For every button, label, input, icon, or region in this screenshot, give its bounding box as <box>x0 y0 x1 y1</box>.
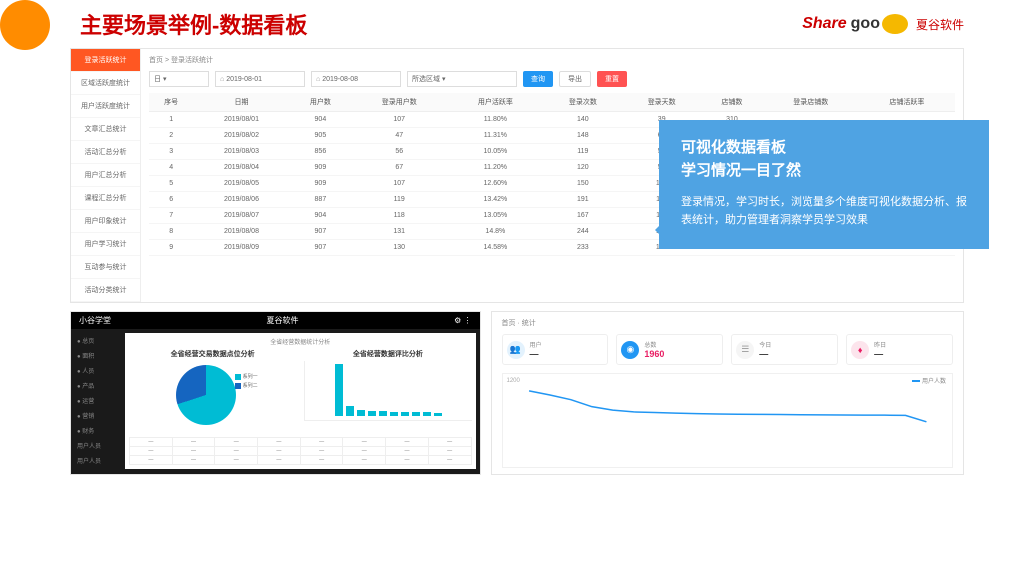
stat-card: ☰ 今日— <box>731 334 838 365</box>
stat-row: 👥 用户— ◉ 总数1960 ☰ 今日— ♦ 昨日— <box>502 334 954 365</box>
dside-item[interactable]: ● 运营 <box>75 393 117 408</box>
export-button[interactable]: 导出 <box>559 71 591 87</box>
bar-chart-icon <box>304 361 471 421</box>
dark-header: 小谷学堂 夏谷软件 ⚙ ⋮ <box>71 312 480 329</box>
calendar-icon <box>220 76 224 83</box>
granularity-select[interactable]: 日 ▾ <box>149 71 209 87</box>
dside-item[interactable]: 用户人员 <box>75 438 117 453</box>
sidebar-item[interactable]: 登录活跃统计 <box>71 49 140 72</box>
dside-item[interactable]: ● 产品 <box>75 378 117 393</box>
page-title: 主要场景举例-数据看板 <box>80 8 307 40</box>
dark-brand: 小谷学堂 <box>79 315 111 326</box>
date-to-input[interactable]: 2019-08-08 <box>311 71 401 87</box>
callout-title: 可视化数据看板 <box>681 136 971 157</box>
dark-dashboard: 小谷学堂 夏谷软件 ⚙ ⋮ ● 总页 ● 面积 ● 人员 ● 产品 ● 运营 ●… <box>70 311 481 475</box>
stat-card: ◉ 总数1960 <box>616 334 723 365</box>
users-icon: 👥 <box>507 341 525 359</box>
today-icon: ☰ <box>736 341 754 359</box>
logo-share-text: Share <box>802 15 846 33</box>
sidebar-item[interactable]: 区域活跃度统计 <box>71 72 140 95</box>
sidebar-item[interactable]: 用户印象统计 <box>71 210 140 233</box>
col-header: 店铺数 <box>701 93 763 112</box>
bar-title: 全省经营数据评比分析 <box>304 349 471 359</box>
calendar-icon <box>316 76 320 83</box>
callout-box: 可视化数据看板 学习情况一目了然 登录情况，学习时长，浏览量多个维度可视化数据分… <box>659 120 989 249</box>
col-header: 登录用户数 <box>351 93 447 112</box>
line-legend: 用户人数 <box>912 376 946 385</box>
callout-body: 登录情况，学习时长，浏览量多个维度可视化数据分析、报表统计，助力管理者洞察学员学… <box>681 194 971 229</box>
logo: Share goo 夏谷软件 <box>802 14 964 34</box>
pie-chart-box: 全省经营交易数据点位分析 系列一 系列二 <box>129 349 296 431</box>
light-breadcrumb: 首页 · 统计 <box>502 318 954 328</box>
mini-table: ———————————————————————— <box>129 437 472 465</box>
reset-button[interactable]: 重置 <box>597 71 627 87</box>
dark-title: 夏谷软件 <box>267 315 299 326</box>
pie-legend: 系列一 系列二 <box>235 373 258 391</box>
col-header: 登录店铺数 <box>763 93 859 112</box>
logo-oval-icon <box>882 14 908 34</box>
sidebar: 登录活跃统计 区域活跃度统计 用户活跃度统计 文章汇总统计 活动汇总分析 用户汇… <box>71 49 141 302</box>
sidebar-item[interactable]: 文章汇总统计 <box>71 118 140 141</box>
bar-chart-box: 全省经营数据评比分析 <box>304 349 471 431</box>
light-dashboard: 首页 · 统计 👥 用户— ◉ 总数1960 ☰ 今日— ♦ 昨日— 用户人数 … <box>491 311 965 475</box>
slide-header: 主要场景举例-数据看板 Share goo 夏谷软件 <box>0 0 1024 44</box>
stat-card: ♦ 昨日— <box>846 334 953 365</box>
y-axis-max: 1200 <box>507 378 520 384</box>
date-from-input[interactable]: 2019-08-01 <box>215 71 305 87</box>
col-header: 登录天数 <box>622 93 701 112</box>
logo-cn-text: 夏谷软件 <box>916 16 964 33</box>
dark-icons: ⚙ ⋮ <box>454 316 471 325</box>
breadcrumb: 首页 > 登录活跃统计 <box>149 53 955 71</box>
bottom-row: 小谷学堂 夏谷软件 ⚙ ⋮ ● 总页 ● 面积 ● 人员 ● 产品 ● 运营 ●… <box>70 311 964 475</box>
dark-sidebar: ● 总页 ● 面积 ● 人员 ● 产品 ● 运营 ● 营销 ● 财务 用户人员 … <box>71 329 121 473</box>
col-header: 登录次数 <box>543 93 622 112</box>
dark-subtitle: 全省经营数据统计分析 <box>129 337 472 346</box>
line-chart-svg <box>507 378 949 458</box>
filter-bar: 日 ▾ 2019-08-01 2019-08-08 所选区域 ▾ 查询 导出 重… <box>149 71 955 87</box>
pie-title: 全省经营交易数据点位分析 <box>129 349 296 359</box>
total-icon: ◉ <box>621 341 639 359</box>
dside-item[interactable]: ● 财务 <box>75 423 117 438</box>
dark-main: 全省经营数据统计分析 全省经营交易数据点位分析 系列一 系列二 <box>125 333 476 469</box>
col-header: 店铺活跃率 <box>859 93 955 112</box>
sidebar-item[interactable]: 用户汇总分析 <box>71 164 140 187</box>
col-header: 用户数 <box>290 93 352 112</box>
col-header: 日期 <box>193 93 289 112</box>
query-button[interactable]: 查询 <box>523 71 553 87</box>
callout-subtitle: 学习情况一目了然 <box>681 159 971 180</box>
logo-goo-text: goo <box>851 15 880 33</box>
sidebar-item[interactable]: 用户活跃度统计 <box>71 95 140 118</box>
line-chart: 用户人数 1200 <box>502 373 954 468</box>
dside-item[interactable]: ● 人员 <box>75 363 117 378</box>
dside-item[interactable]: ● 面积 <box>75 348 117 363</box>
col-header: 用户活跃率 <box>447 93 543 112</box>
sidebar-item[interactable]: 互动参与统计 <box>71 256 140 279</box>
dside-item[interactable]: 用户人员 <box>75 453 117 468</box>
sidebar-item[interactable]: 课程汇总分析 <box>71 187 140 210</box>
pie-chart-icon <box>176 365 236 425</box>
region-select[interactable]: 所选区域 ▾ <box>407 71 517 87</box>
dside-item[interactable]: ● 营销 <box>75 408 117 423</box>
col-header: 序号 <box>149 93 193 112</box>
gift-icon: ♦ <box>851 341 869 359</box>
sidebar-item[interactable]: 活动分类统计 <box>71 279 140 302</box>
sidebar-item[interactable]: 用户学习统计 <box>71 233 140 256</box>
sidebar-item[interactable]: 活动汇总分析 <box>71 141 140 164</box>
stat-card: 👥 用户— <box>502 334 609 365</box>
dside-item[interactable]: ● 总页 <box>75 333 117 348</box>
